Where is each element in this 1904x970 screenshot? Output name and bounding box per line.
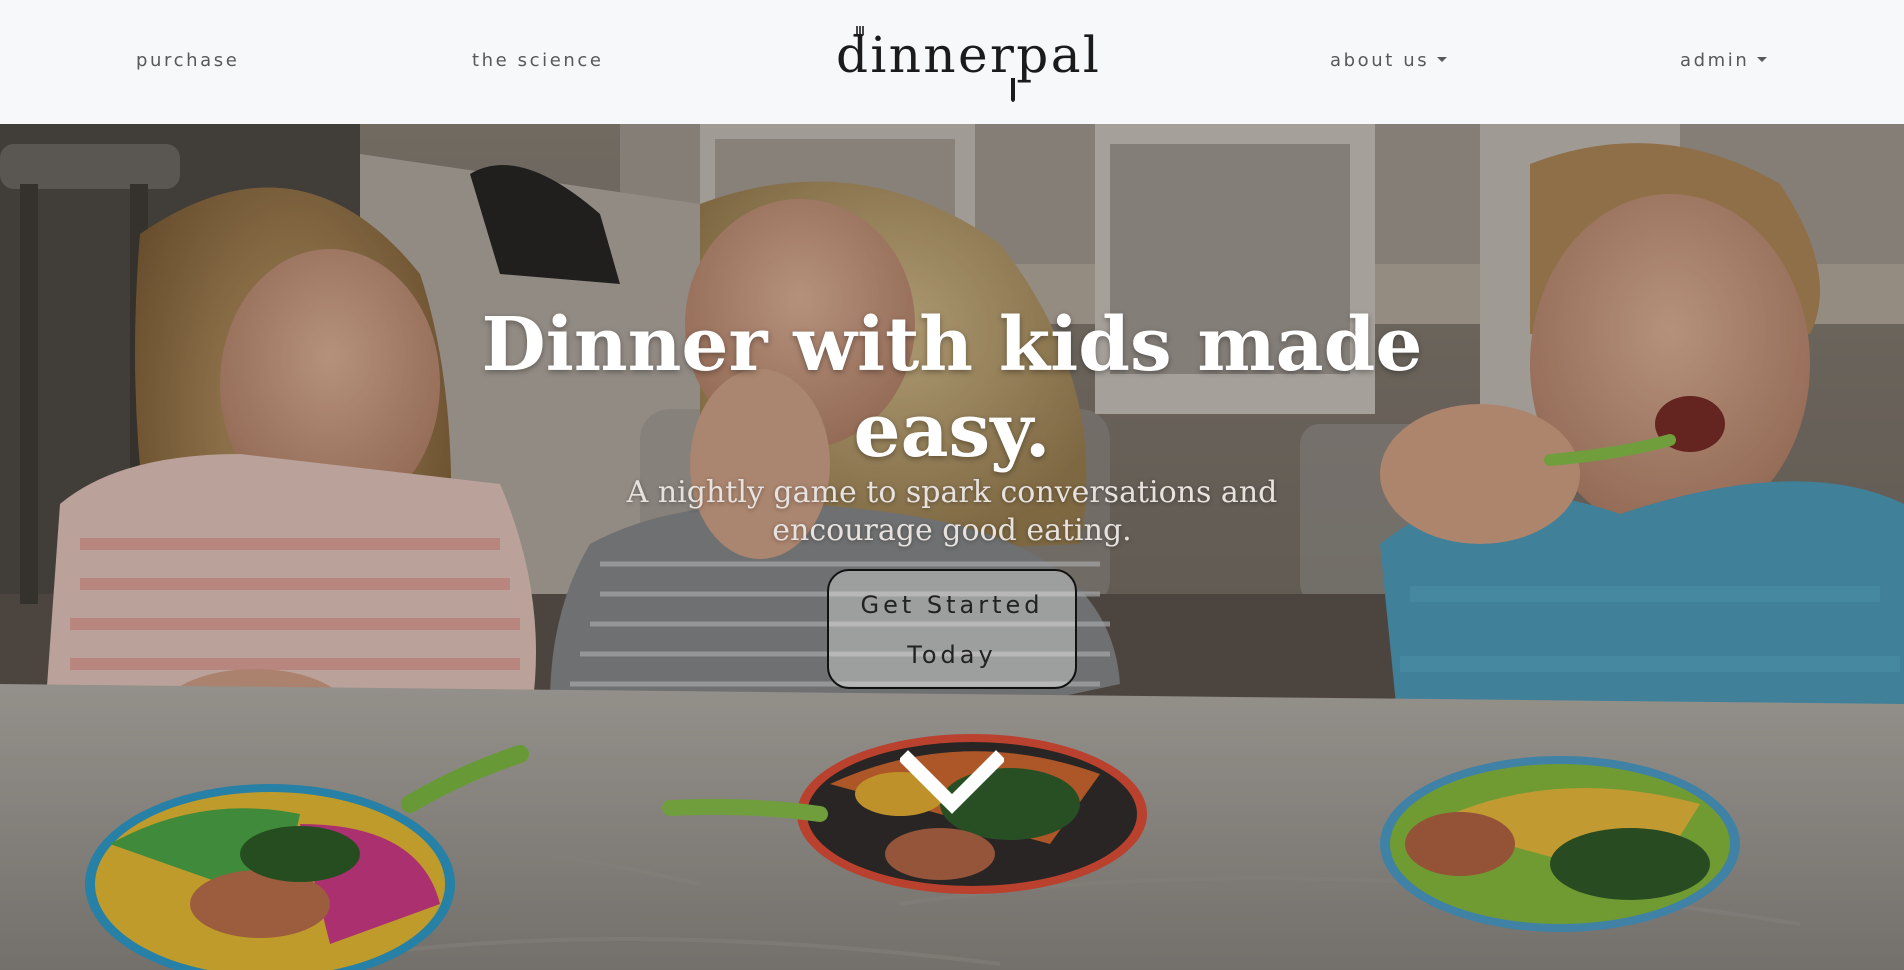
- nav-link-the-science[interactable]: the science: [472, 50, 604, 71]
- chevron-down-icon[interactable]: [900, 750, 1004, 816]
- caret-down-icon: [1757, 56, 1768, 62]
- fork-knife-logo-mark: [855, 26, 1015, 102]
- hero-headline: Dinner with kids made easy.: [481, 301, 1423, 474]
- nav-link-purchase-label: purchase: [136, 50, 240, 71]
- nav-dropdown-about-us-label: about us: [1330, 50, 1430, 71]
- nav-dropdown-admin-label: admin: [1680, 50, 1750, 71]
- nav-dropdown-admin[interactable]: admin: [1680, 50, 1768, 71]
- nav-link-the-science-label: the science: [472, 50, 604, 71]
- hero-subheadline: A nightly game to spark conversations an…: [626, 475, 1278, 548]
- hero-section: Dinner with kids made easy. A nightly ga…: [0, 124, 1904, 970]
- nav-link-purchase[interactable]: purchase: [136, 50, 239, 71]
- nav-dropdown-about-us[interactable]: about us: [1330, 50, 1448, 71]
- get-started-button[interactable]: Get Started Today: [827, 569, 1077, 689]
- top-navbar: purchase the science dinnerpal about us …: [0, 0, 1904, 124]
- caret-down-icon: [1437, 56, 1448, 62]
- dinnerpal-logo[interactable]: dinnerpal: [836, 22, 1099, 104]
